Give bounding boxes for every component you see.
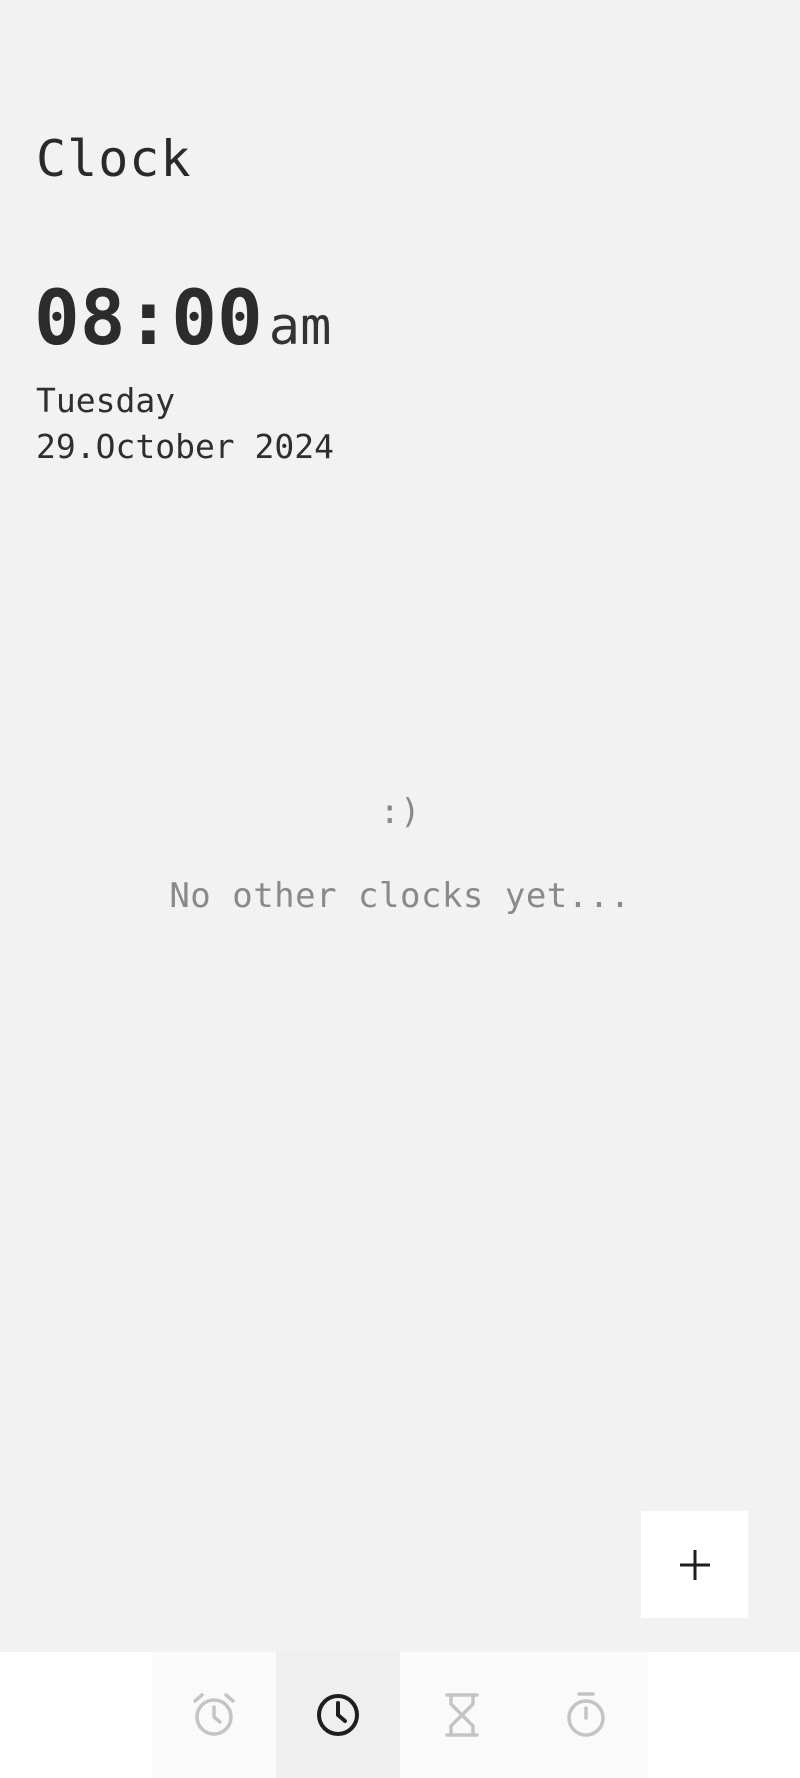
plus-icon: [678, 1548, 712, 1582]
date-label: 29.October 2024: [36, 427, 335, 466]
nav-item-stopwatch[interactable]: [524, 1652, 648, 1778]
weekday-label: Tuesday: [36, 381, 176, 420]
clock-icon: [313, 1690, 363, 1740]
nav-item-alarm[interactable]: [152, 1652, 276, 1778]
add-clock-button[interactable]: [641, 1511, 748, 1618]
current-time: 08:00 am: [34, 270, 331, 375]
nav-item-clock[interactable]: [276, 1652, 400, 1778]
alarm-icon: [189, 1690, 239, 1740]
page-title: Clock: [36, 130, 192, 188]
time-value: 08:00: [34, 273, 263, 362]
empty-state-message: No other clocks yet...: [169, 876, 631, 916]
bottom-nav: [0, 1652, 800, 1778]
time-ampm: am: [268, 297, 332, 357]
empty-state-emoticon: :): [379, 792, 421, 832]
stopwatch-icon: [561, 1690, 611, 1740]
hourglass-icon: [437, 1690, 487, 1740]
nav-item-timer[interactable]: [400, 1652, 524, 1778]
